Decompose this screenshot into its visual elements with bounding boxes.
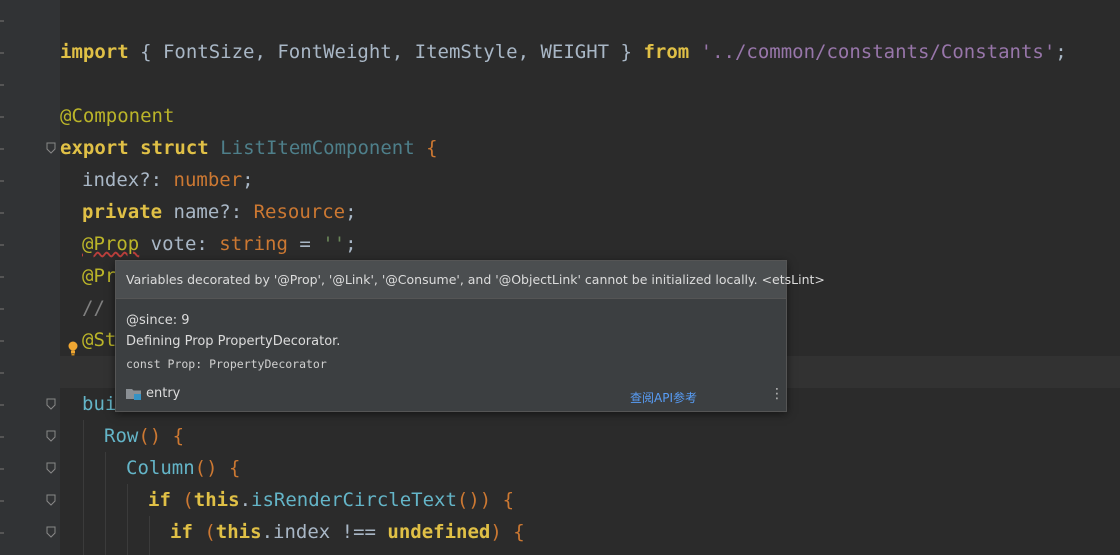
fold-icon[interactable] xyxy=(46,142,56,154)
keyword: this xyxy=(215,521,262,543)
function-name: Row xyxy=(104,425,139,447)
type: Resource xyxy=(253,201,346,223)
lightbulb-icon[interactable] xyxy=(67,340,79,356)
function-name: bui xyxy=(82,393,117,415)
gutter-mark xyxy=(0,436,4,438)
import-path-string: '../common/constants/Constants' xyxy=(700,41,1056,63)
code-line-state[interactable]: @St xyxy=(82,324,116,356)
keyword: import xyxy=(60,41,129,63)
struct-name: ListItemComponent xyxy=(220,137,415,159)
editor-gutter xyxy=(0,0,60,555)
keyword: export xyxy=(60,137,129,159)
gutter-mark xyxy=(0,84,4,86)
punctuation: ; xyxy=(242,169,254,191)
keyword: from xyxy=(643,41,690,63)
decorator: @St xyxy=(82,329,117,351)
gutter-mark xyxy=(0,212,4,214)
api-reference-link[interactable]: 查阅API参考 xyxy=(630,389,697,406)
fold-icon[interactable] xyxy=(46,494,56,506)
punctuation: ; xyxy=(345,233,357,255)
gutter-mark xyxy=(0,404,4,406)
punctuation: () { xyxy=(194,457,241,479)
gutter-mark xyxy=(0,276,4,278)
punctuation: ; xyxy=(345,201,357,223)
code-line-vote[interactable]: @Prop vote: string = ''; xyxy=(82,228,357,260)
module-name: entry xyxy=(146,386,181,401)
field: name?: xyxy=(162,201,254,223)
punctuation: { xyxy=(426,137,438,159)
code-line-component[interactable]: @Component xyxy=(60,100,174,132)
expression: .index !== xyxy=(261,521,388,543)
definition-text: Defining Prop PropertyDecorator. xyxy=(126,334,341,349)
keyword: this xyxy=(193,489,240,511)
module-label: entry xyxy=(126,383,180,405)
code-line-row[interactable]: Row() { xyxy=(104,420,184,452)
keyword: private xyxy=(82,201,163,223)
code-line-import[interactable]: import { FontSize, FontWeight, ItemStyle… xyxy=(60,36,1067,68)
keyword: if xyxy=(170,521,193,543)
fold-icon[interactable] xyxy=(46,430,56,442)
keyword: if xyxy=(148,489,171,511)
gutter-mark xyxy=(0,52,4,54)
import-names: { FontSize, FontWeight, ItemStyle, WEIGH… xyxy=(140,41,632,63)
gutter-mark xyxy=(0,340,4,342)
code-line-prop2[interactable]: @Pr xyxy=(82,260,116,292)
keyword: undefined xyxy=(387,521,491,543)
code-line-struct[interactable]: export struct ListItemComponent { xyxy=(60,132,438,164)
method-call: isRenderCircleText xyxy=(251,489,457,511)
gutter-mark xyxy=(0,308,4,310)
keyword: struct xyxy=(140,137,209,159)
gutter-mark xyxy=(0,468,4,470)
code-line-index[interactable]: index?: number; xyxy=(82,164,254,196)
fold-icon[interactable] xyxy=(46,462,56,474)
module-folder-icon xyxy=(126,389,141,400)
tooltip-message: Variables decorated by '@Prop', '@Link',… xyxy=(116,261,825,299)
signature-text: const Prop: PropertyDecorator xyxy=(126,357,327,371)
code-line-build[interactable]: bui xyxy=(82,388,116,420)
decorator: @Pr xyxy=(82,265,117,287)
gutter-mark xyxy=(0,244,4,246)
comment: // xyxy=(82,297,117,319)
decorator-error[interactable]: @Prop xyxy=(82,233,139,255)
gutter-mark xyxy=(0,180,4,182)
code-line-column[interactable]: Column() { xyxy=(126,452,240,484)
punctuation: ; xyxy=(1055,41,1067,63)
type: number xyxy=(173,169,243,191)
punctuation: ()) { xyxy=(456,489,515,511)
function-name: Column xyxy=(126,457,195,479)
code-line-comment[interactable]: // xyxy=(82,292,116,324)
since-text: @since: 9 xyxy=(126,313,190,328)
fold-icon[interactable] xyxy=(46,526,56,538)
gutter-mark xyxy=(0,20,4,22)
tooltip-footer: entry 查阅API参考 ⋮ xyxy=(126,383,784,406)
code-line-if1[interactable]: if (this.isRenderCircleText()) { xyxy=(148,484,514,516)
code-line-name[interactable]: private name?: Resource; xyxy=(82,196,357,228)
fold-icon[interactable] xyxy=(46,398,56,410)
tooltip-body: @since: 9 Defining Prop PropertyDecorato… xyxy=(116,299,786,375)
type: string xyxy=(219,233,288,255)
field: vote: xyxy=(139,233,220,255)
punctuation: () { xyxy=(138,425,185,447)
gutter-mark xyxy=(0,532,4,534)
lint-tooltip: Variables decorated by '@Prop', '@Link',… xyxy=(115,260,825,412)
gutter-mark xyxy=(0,116,4,118)
gutter-mark xyxy=(0,372,4,374)
gutter-mark xyxy=(0,500,4,502)
gutter-mark xyxy=(0,148,4,150)
string-literal: '' xyxy=(322,233,346,255)
more-options-icon[interactable]: ⋮ xyxy=(770,387,784,401)
punctuation: ) { xyxy=(490,521,525,543)
decorator: @Component xyxy=(60,105,175,127)
operator: = xyxy=(287,233,323,255)
code-line-if2[interactable]: if (this.index !== undefined) { xyxy=(170,516,525,548)
field: index?: xyxy=(82,169,174,191)
